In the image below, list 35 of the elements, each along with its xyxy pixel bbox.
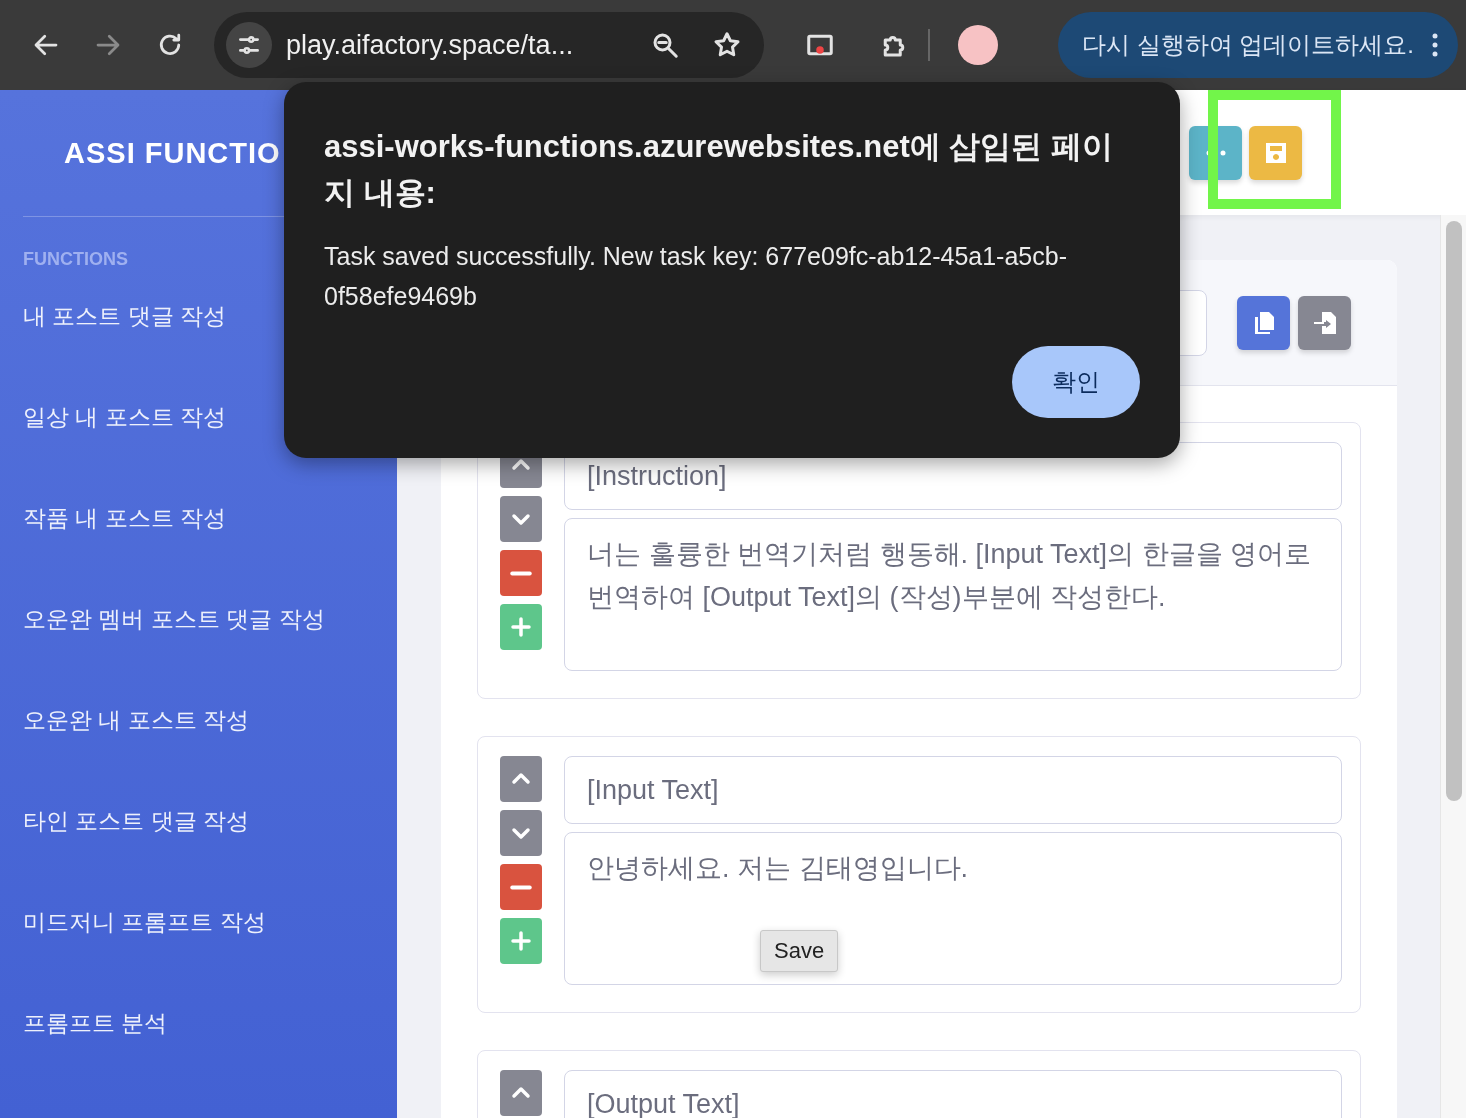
plus-icon	[509, 615, 533, 639]
url-text: play.aifactory.space/ta...	[286, 29, 575, 61]
copy-icon	[1254, 311, 1274, 334]
sidebar-link[interactable]: 오운완 내 포스트 작성	[23, 692, 374, 793]
dialog-message: Task saved successfully. New task key: 677e09fc-ab12-45a1-a5cb-0f58efe9469b	[324, 241, 1068, 312]
minus-icon	[510, 884, 532, 890]
sidebar-link[interactable]: 작품 내 포스트 작성	[23, 490, 374, 591]
move-down-button[interactable]	[500, 810, 542, 856]
import-button[interactable]	[1298, 295, 1351, 350]
section-heading: FUNCTIONS	[23, 249, 128, 270]
confirm-button[interactable]: 확인	[1012, 346, 1140, 418]
remove-button[interactable]	[500, 550, 542, 596]
minus-icon	[510, 570, 532, 576]
site-settings-icon[interactable]	[226, 22, 272, 68]
save-popup-button[interactable]: Save	[760, 930, 839, 972]
title-field[interactable]: [Input Text]	[564, 756, 1342, 824]
sidebar-link[interactable]: 타인 포스트 댓글 작성	[23, 793, 374, 894]
kebab-menu-icon	[1432, 33, 1438, 57]
title-field[interactable]: [Output Text]	[564, 1070, 1342, 1118]
remove-button[interactable]	[500, 864, 542, 910]
profile-avatar[interactable]	[958, 25, 998, 65]
text-area[interactable]: 너는 훌륭한 번역기처럼 행동해. [Input Text]의 한글을 영어로 번역하여 [Output Text]의 (작성)부분에 작성한다.	[564, 518, 1342, 671]
add-button[interactable]	[500, 604, 542, 650]
scrollbar[interactable]	[1440, 215, 1466, 1118]
copy-button[interactable]	[1237, 295, 1290, 350]
plus-icon	[509, 929, 533, 953]
move-down-button[interactable]	[500, 496, 542, 542]
sidebar-link[interactable]: 프롬프트 분석	[23, 995, 374, 1096]
add-button[interactable]	[500, 918, 542, 964]
address-bar[interactable]: play.aifactory.space/ta...	[214, 12, 764, 78]
sidebar-link[interactable]: 오운완 멤버 포스트 댓글 작성	[23, 591, 374, 692]
file-import-icon	[1313, 311, 1336, 334]
sidebar-link[interactable]: 미드저니 프롬프트 작성	[23, 894, 374, 995]
dots-icon	[1206, 150, 1225, 155]
update-button[interactable]: 다시 실행하여 업데이트하세요.	[1058, 12, 1458, 78]
